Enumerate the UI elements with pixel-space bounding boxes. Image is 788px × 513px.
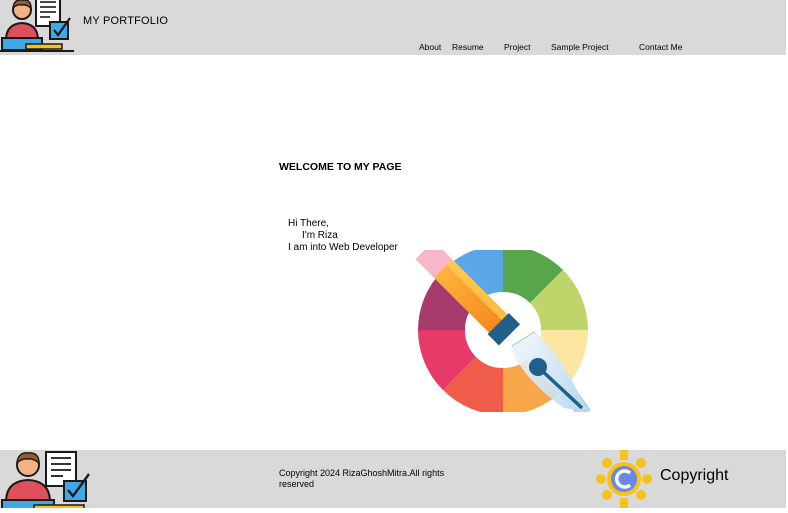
nav-link-contact-me[interactable]: Contact Me — [639, 42, 682, 52]
nav-link-sample-project[interactable]: Sample Project — [551, 42, 609, 52]
copyright-label: Copyright — [660, 467, 729, 484]
intro-greeting: Hi There, — [288, 218, 329, 229]
intro-role: I am into Web Developer — [288, 242, 398, 253]
pen-and-color-wheel-icon — [414, 250, 592, 412]
nav-link-about[interactable]: About — [419, 42, 441, 52]
intro-text: Hi There, I'm Riza I am into Web Develop… — [288, 218, 398, 254]
developer-avatar-icon — [0, 0, 74, 52]
nav-link-project[interactable]: Project — [504, 42, 530, 52]
welcome-heading: WELCOME TO MY PAGE — [279, 161, 402, 173]
developer-avatar-icon — [0, 450, 94, 508]
header-bar: MY PORTFOLIO About Resume Project Sample… — [0, 0, 786, 55]
intro-name: I'm Riza — [302, 230, 338, 241]
footer-copyright-text: Copyright 2024 RizaGhoshMitra.All rights… — [279, 468, 445, 489]
copyright-icon — [590, 450, 658, 508]
nav-link-resume[interactable]: Resume — [452, 42, 484, 52]
brand-title: MY PORTFOLIO — [83, 15, 169, 27]
footer-bar: Copyright 2024 RizaGhoshMitra.All rights… — [0, 450, 786, 508]
